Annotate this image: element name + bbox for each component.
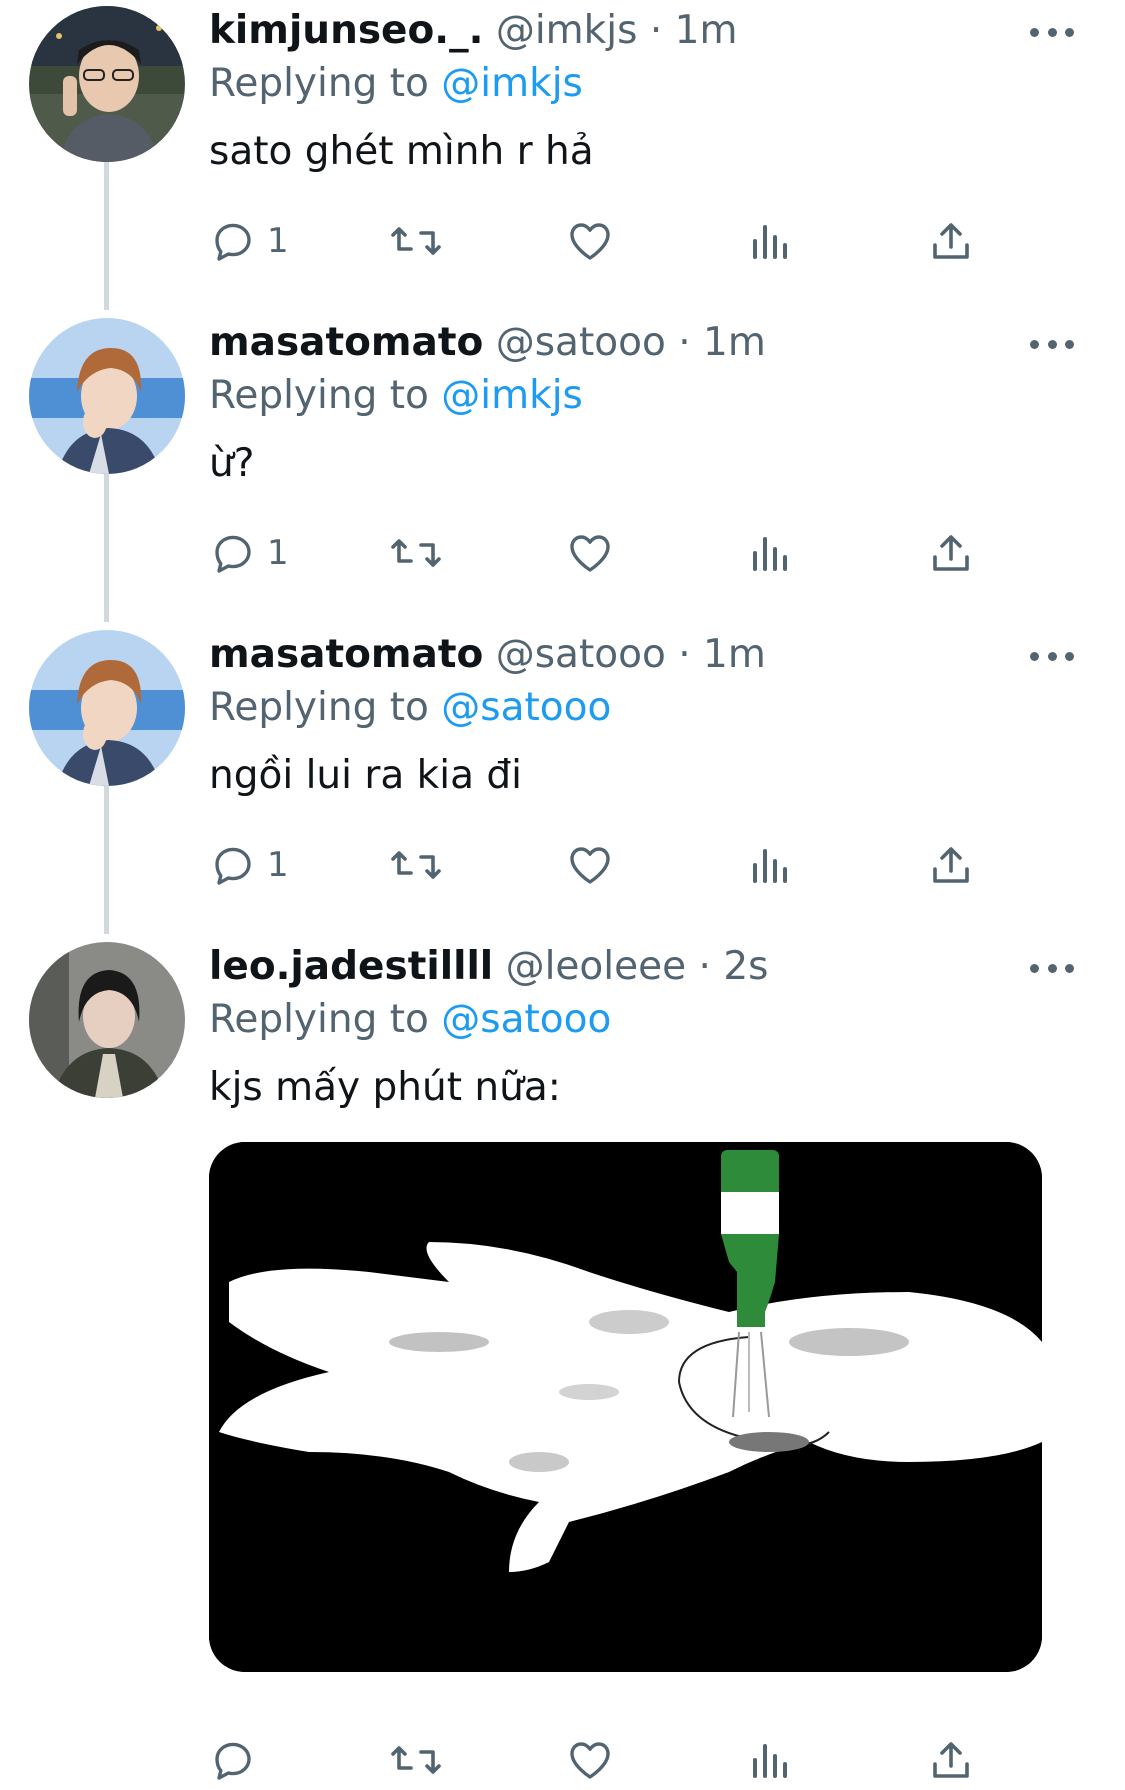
like-button[interactable] (566, 1730, 614, 1790)
retweet-button[interactable] (389, 211, 443, 271)
display-name[interactable]: masatomato (209, 320, 483, 365)
reply-button[interactable]: 1 (209, 835, 289, 895)
retweet-icon (391, 227, 441, 255)
mention-link[interactable]: @imkjs (441, 373, 583, 418)
separator-dot: · (678, 320, 691, 365)
tweet-header: masatomato @satooo · 1m (209, 318, 766, 368)
replying-to: Replying to @imkjs (209, 59, 583, 109)
reply-icon (215, 1742, 251, 1780)
share-button[interactable] (927, 835, 975, 895)
thread-line (104, 784, 109, 934)
heart-icon (570, 847, 610, 884)
separator-dot: · (649, 8, 663, 53)
action-bar: 1 (209, 835, 1009, 895)
like-button[interactable] (566, 835, 614, 895)
share-button[interactable] (927, 211, 975, 271)
like-button[interactable] (566, 211, 614, 271)
avatar[interactable] (29, 318, 185, 474)
views-button[interactable] (747, 523, 795, 583)
replying-to: Replying to @satooo (209, 995, 611, 1045)
tweet-media-image[interactable] (209, 1142, 1042, 1672)
replying-to-prefix: Replying to (209, 997, 429, 1042)
mention-link[interactable]: @satooo (441, 997, 611, 1042)
like-button[interactable] (566, 523, 614, 583)
reply-icon (215, 535, 251, 573)
reply-count: 1 (267, 845, 289, 885)
more-icon[interactable] (1030, 646, 1074, 666)
reply-button[interactable]: 1 (209, 523, 289, 583)
action-bar: 1 (209, 523, 1009, 583)
reply-icon (215, 223, 251, 261)
share-icon (933, 847, 969, 883)
tweet-header: leo.jadestillll @leoleee · 2s (209, 942, 768, 992)
views-icon (753, 225, 787, 259)
views-button[interactable] (747, 211, 795, 271)
display-name[interactable]: masatomato (209, 632, 483, 677)
more-icon[interactable] (1030, 958, 1074, 978)
tweet-header: kimjunseo._. @imkjs · 1m (209, 6, 737, 56)
share-button[interactable] (927, 523, 975, 583)
retweet-button[interactable] (389, 523, 443, 583)
share-icon (933, 223, 969, 259)
more-icon[interactable] (1030, 334, 1074, 354)
views-button[interactable] (747, 835, 795, 895)
reply-count: 1 (267, 221, 289, 261)
mention-link[interactable]: @imkjs (441, 61, 583, 106)
separator-dot: · (698, 944, 711, 989)
tweet-text: sato ghét mình r hả (209, 129, 594, 174)
display-name[interactable]: kimjunseo._. (209, 8, 483, 53)
avatar[interactable] (29, 942, 185, 1098)
heart-icon (570, 535, 610, 572)
avatar[interactable] (29, 630, 185, 786)
share-icon (933, 535, 969, 571)
timestamp[interactable]: 1m (675, 8, 738, 53)
share-button[interactable] (927, 1730, 975, 1790)
timestamp[interactable]: 1m (703, 320, 766, 365)
replying-to: Replying to @satooo (209, 683, 611, 733)
tweet-text: kjs mấy phút nữa: (209, 1065, 561, 1110)
avatar[interactable] (29, 6, 185, 162)
heart-icon (570, 223, 610, 260)
more-icon[interactable] (1030, 22, 1074, 42)
reply-button[interactable]: 1 (209, 211, 289, 271)
retweet-icon (391, 1746, 441, 1774)
display-name[interactable]: leo.jadestillll (209, 944, 493, 989)
retweet-icon (391, 539, 441, 567)
separator-dot: · (678, 632, 691, 677)
timestamp[interactable]: 1m (703, 632, 766, 677)
share-icon (933, 1742, 969, 1778)
views-icon (753, 1744, 787, 1778)
views-icon (753, 849, 787, 883)
views-button[interactable] (747, 1730, 795, 1790)
tweet-header: masatomato @satooo · 1m (209, 630, 766, 680)
tweet-text: ừ? (209, 441, 255, 486)
views-icon (753, 537, 787, 571)
replying-to-prefix: Replying to (209, 61, 429, 106)
heart-icon (570, 1742, 610, 1779)
retweet-button[interactable] (389, 835, 443, 895)
replying-to: Replying to @imkjs (209, 371, 583, 421)
thread-line (104, 160, 109, 310)
replying-to-prefix: Replying to (209, 373, 429, 418)
action-bar (209, 1730, 1009, 1790)
handle[interactable]: @imkjs (496, 8, 638, 53)
timestamp[interactable]: 2s (723, 944, 768, 989)
retweet-button[interactable] (389, 1730, 443, 1790)
action-bar: 1 (209, 211, 1009, 271)
handle[interactable]: @leoleee (506, 944, 687, 989)
reply-icon (215, 847, 251, 885)
handle[interactable]: @satooo (496, 632, 666, 677)
replying-to-prefix: Replying to (209, 685, 429, 730)
thread-line (104, 472, 109, 622)
retweet-icon (391, 851, 441, 879)
tweet-text: ngồi lui ra kia đi (209, 753, 522, 798)
reply-count: 1 (267, 533, 289, 573)
handle[interactable]: @satooo (496, 320, 666, 365)
mention-link[interactable]: @satooo (441, 685, 611, 730)
reply-button[interactable] (209, 1730, 267, 1790)
